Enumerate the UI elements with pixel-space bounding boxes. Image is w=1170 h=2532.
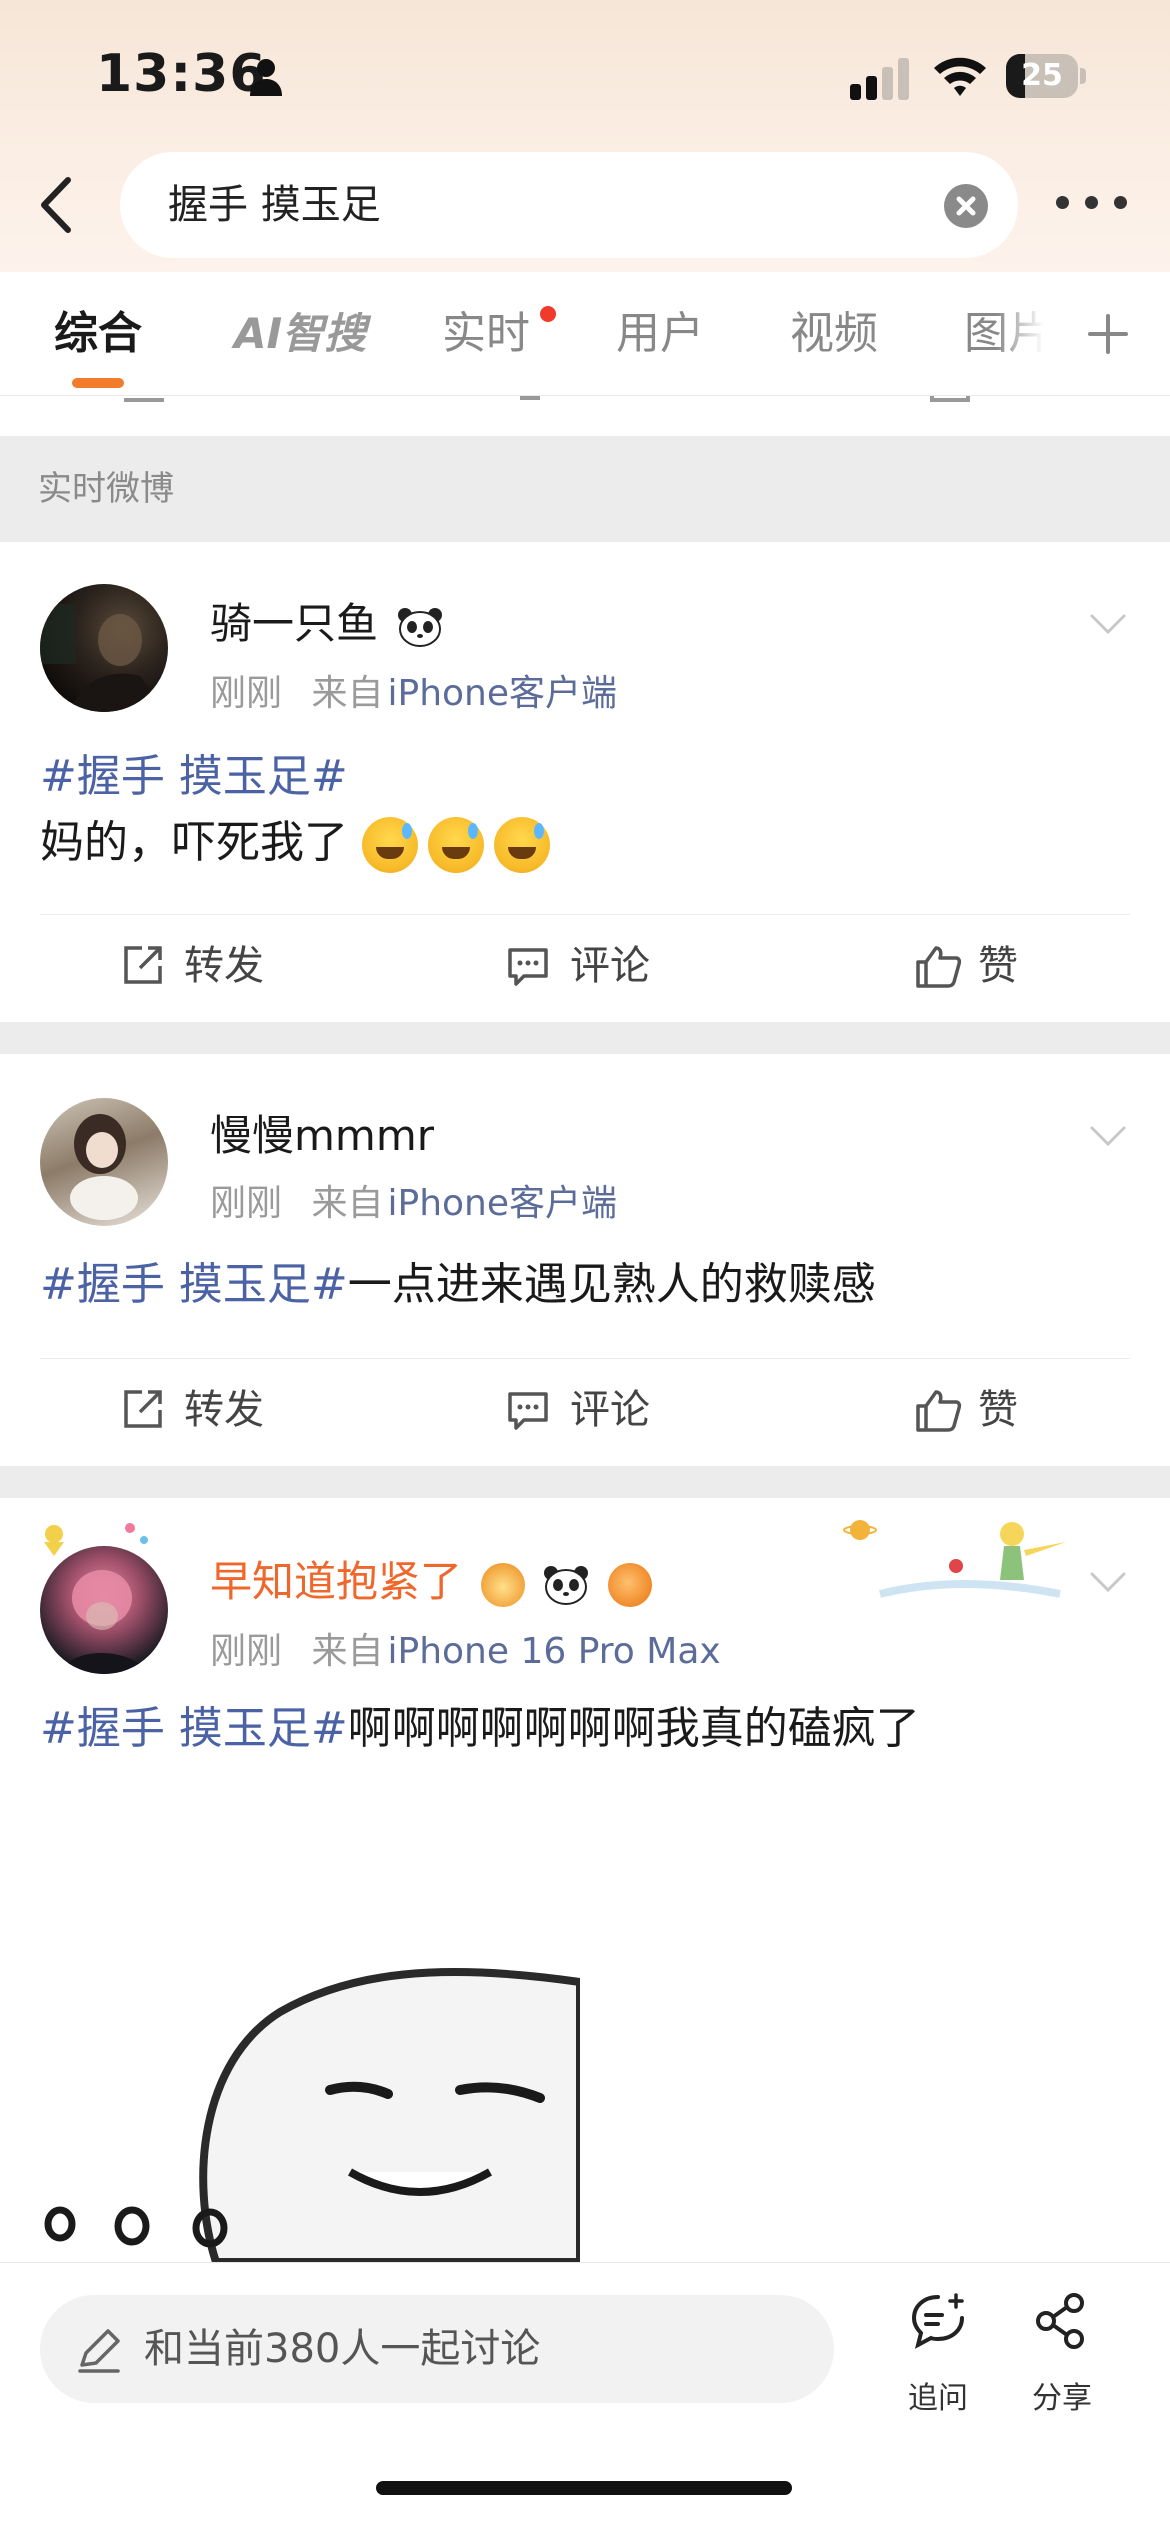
- post-username[interactable]: 早知道抱紧了: [210, 1548, 653, 1609]
- post-meta: 刚刚 来自 iPhone客户端: [210, 1183, 618, 1224]
- avatar-image: [60, 1570, 150, 1674]
- section-header: 实时微博: [0, 436, 1170, 542]
- post-username[interactable]: 慢慢mmmr: [210, 1102, 434, 1163]
- pencil-icon: [78, 2329, 120, 2373]
- new-indicator-dot: [540, 306, 556, 322]
- dot-icon: [1056, 196, 1069, 209]
- follow-up-button[interactable]: 追问: [888, 2291, 988, 2416]
- follow-up-chat-icon: [911, 2293, 964, 2349]
- chevron-down-icon[interactable]: [1088, 1570, 1128, 1594]
- battery-level: 25: [1021, 58, 1063, 93]
- topic-link[interactable]: #握手 摸玉足#: [40, 1703, 348, 1754]
- like-button[interactable]: 赞: [914, 1380, 1054, 1440]
- status-time: 13:36: [96, 44, 267, 104]
- avatar[interactable]: [40, 584, 168, 712]
- topic-link[interactable]: #握手 摸玉足#: [40, 751, 348, 802]
- discuss-placeholder: 和当前380人一起讨论: [144, 2326, 541, 2372]
- wifi-icon: [934, 57, 986, 96]
- sweat-smile-emoji: [494, 817, 550, 873]
- post-text: #握手 摸玉足# 妈的，吓死我了: [40, 744, 560, 876]
- tab-users[interactable]: 用户: [616, 272, 704, 396]
- share-label: 分享: [1032, 2381, 1092, 2416]
- repost-icon: [124, 1390, 162, 1428]
- post-card[interactable]: 骑一只鱼 刚刚 来自 iPhone客户端 #握手 摸玉足# 妈的，吓死我了 转发 …: [0, 542, 1170, 1022]
- repost-icon: [124, 946, 162, 984]
- home-indicator: [376, 2481, 792, 2495]
- repost-button[interactable]: 转发: [120, 936, 300, 996]
- tab-videos[interactable]: 视频: [790, 272, 878, 396]
- comment-icon: [508, 948, 548, 986]
- meme-face-image: [40, 1922, 580, 2262]
- partial-action-row: [0, 396, 1170, 436]
- more-options-button[interactable]: [1056, 192, 1128, 212]
- post-card[interactable]: 早知道抱紧了 刚刚 来自 iPhone 16 Pro Max #握手 摸玉足#啊啊…: [0, 1498, 1170, 2262]
- chevron-down-icon[interactable]: [1088, 612, 1128, 636]
- tab-images[interactable]: 图片: [964, 272, 1044, 396]
- bottom-bar: 和当前380人一起讨论 追问 分享: [0, 2262, 1170, 2532]
- like-button[interactable]: 赞: [914, 936, 1054, 996]
- avatar-image: [40, 604, 168, 712]
- crown-badge-icon: [481, 1562, 526, 1607]
- close-icon: [956, 196, 976, 216]
- add-tab-button[interactable]: [1086, 312, 1130, 356]
- share-icon: [1036, 2293, 1084, 2349]
- pufferfish-badge-icon: [608, 1562, 653, 1607]
- comment-button[interactable]: 评论: [506, 1380, 686, 1440]
- back-button[interactable]: [30, 170, 80, 240]
- avatar[interactable]: [40, 1546, 168, 1674]
- cellular-signal-icon: [850, 58, 909, 100]
- sweat-smile-emoji: [428, 817, 484, 873]
- dot-icon: [1085, 196, 1098, 209]
- comment-icon: [508, 1392, 548, 1430]
- avatar[interactable]: [40, 1098, 168, 1226]
- post-username[interactable]: 骑一只鱼: [210, 590, 443, 651]
- avatar-image: [70, 1114, 138, 1220]
- chevron-down-icon[interactable]: [1088, 1124, 1128, 1148]
- post-image[interactable]: [40, 1922, 580, 2262]
- search-input[interactable]: 握手 摸玉足: [120, 152, 1018, 258]
- tab-realtime[interactable]: 实时: [442, 272, 530, 396]
- sweat-smile-emoji: [362, 817, 418, 873]
- clear-search-button[interactable]: [944, 184, 988, 228]
- tab-ai-search[interactable]: AI智搜: [234, 272, 366, 396]
- post-card[interactable]: 慢慢mmmr 刚刚 来自 iPhone客户端 #握手 摸玉足#一点进来遇见熟人的救…: [0, 1054, 1170, 1466]
- active-tab-indicator: [72, 378, 124, 388]
- dot-icon: [1114, 196, 1127, 209]
- person-icon: [250, 59, 282, 96]
- panda-icon: [398, 607, 443, 647]
- search-query: 握手 摸玉足: [168, 182, 381, 228]
- thumbs-up-icon: [916, 1390, 962, 1432]
- topic-link[interactable]: #握手 摸玉足#: [40, 1259, 348, 1310]
- post-text: #握手 摸玉足#啊啊啊啊啊啊啊我真的磕疯了: [40, 1703, 920, 1754]
- follow-up-label: 追问: [908, 2381, 968, 2416]
- post-text: #握手 摸玉足#一点进来遇见熟人的救赎感: [40, 1259, 876, 1310]
- battery-indicator: 25: [1006, 54, 1086, 98]
- header: 13:36 25 握手 摸玉足: [0, 0, 1170, 272]
- thumbs-up-icon: [916, 946, 962, 988]
- share-button[interactable]: 分享: [1012, 2291, 1112, 2416]
- post-meta: 刚刚 来自 iPhone客户端: [210, 673, 618, 714]
- discuss-input[interactable]: 和当前380人一起讨论: [40, 2295, 834, 2403]
- comment-button[interactable]: 评论: [506, 936, 686, 996]
- card-decoration-little-prince: [843, 1520, 1066, 1598]
- divider: [40, 1358, 1130, 1359]
- repost-button[interactable]: 转发: [120, 1380, 300, 1440]
- panda-icon: [543, 1565, 588, 1605]
- divider: [40, 914, 1130, 915]
- section-title: 实时微博: [38, 469, 174, 509]
- status-bar: 13:36 25: [0, 0, 1170, 150]
- search-tabs: 综合 AI智搜 实时 用户 视频 图片: [0, 272, 1170, 396]
- post-meta: 刚刚 来自 iPhone 16 Pro Max: [210, 1631, 721, 1672]
